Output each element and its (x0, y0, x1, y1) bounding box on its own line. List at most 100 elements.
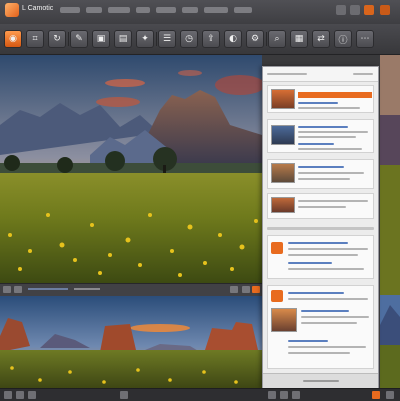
landscape-photo (0, 55, 262, 283)
grid-status-icon[interactable] (16, 391, 24, 399)
item-meta (288, 298, 368, 300)
folder-status-icon[interactable] (4, 391, 12, 399)
zoom-in-icon[interactable] (242, 286, 250, 293)
main-image-view[interactable] (0, 55, 262, 283)
panel-footer-info (303, 380, 339, 382)
item-action-icon[interactable] (271, 242, 283, 254)
item-meta (301, 310, 349, 312)
image-icon: ▣ (96, 34, 106, 44)
item-action-icon[interactable] (271, 290, 283, 302)
star-tool-button[interactable]: ✦ (136, 30, 154, 48)
filmstrip-toolbar (0, 283, 262, 297)
item-meta (288, 254, 358, 256)
toolbar: ◉ ⌗ ↻ ✎ ▣ ▤ ✦ ☰ ◷ ⇪ ◐ ⚙ ⌕ ▦ ⇄ ⓘ ⋯ (0, 24, 400, 55)
settings-status-icon[interactable] (386, 391, 394, 399)
grid-icon: ▦ (294, 34, 304, 44)
menu-item[interactable] (234, 7, 252, 13)
library-item[interactable] (267, 285, 374, 369)
item-title (298, 166, 344, 168)
clock-icon: ◷ (185, 34, 193, 44)
settings-tool-button[interactable]: ⚙ (246, 30, 264, 48)
close-button[interactable] (364, 5, 374, 15)
title-bar: L Camotic (0, 0, 400, 25)
panel-footer (263, 373, 378, 388)
item-meta (288, 352, 350, 354)
secondary-image-view[interactable] (0, 296, 262, 388)
background-photo (380, 55, 400, 388)
minimize-button[interactable] (336, 5, 346, 15)
clock-tool-button[interactable]: ◷ (180, 30, 198, 48)
item-thumbnail (271, 197, 295, 213)
item-meta (298, 143, 334, 145)
library-item[interactable] (267, 159, 374, 189)
panel-header-info (353, 73, 373, 75)
item-title (298, 126, 348, 128)
menu-item[interactable] (204, 7, 228, 13)
camera-tool-button[interactable]: ◉ (4, 30, 22, 48)
item-title-highlight (298, 92, 372, 98)
prev-icon[interactable] (3, 286, 11, 293)
window-menu-button[interactable] (380, 5, 390, 15)
toolbar-separator (68, 32, 69, 46)
export-tool-button[interactable]: ⇪ (202, 30, 220, 48)
sort-status-icon[interactable] (268, 391, 276, 399)
more-tool-button[interactable]: ⋯ (356, 30, 374, 48)
search-tool-button[interactable]: ⌕ (268, 30, 286, 48)
maximize-button[interactable] (350, 5, 360, 15)
item-meta (298, 200, 368, 202)
toolbar-separator (266, 32, 267, 46)
info-status-icon[interactable] (120, 391, 128, 399)
item-meta (301, 316, 369, 318)
item-meta (298, 107, 360, 109)
crop-tool-button[interactable]: ⌗ (26, 30, 44, 48)
item-meta (298, 178, 350, 180)
brush-icon: ✎ (75, 34, 83, 44)
menu-item[interactable] (182, 7, 198, 13)
rotate-icon: ↻ (53, 34, 61, 44)
color-icon: ◐ (229, 34, 237, 44)
library-item[interactable] (267, 235, 374, 279)
menu-item[interactable] (60, 7, 80, 13)
toolbar-separator (156, 32, 157, 46)
camera-icon: ◉ (9, 34, 17, 44)
zoom-out-icon[interactable] (230, 286, 238, 293)
library-item[interactable] (267, 119, 374, 153)
item-meta (288, 340, 328, 342)
item-title (288, 292, 344, 294)
image-tool-button[interactable]: ▣ (92, 30, 110, 48)
more-icon: ⋯ (360, 34, 370, 44)
item-thumbnail (271, 89, 295, 109)
folder-icon: ▤ (118, 34, 128, 44)
library-panel (262, 66, 379, 388)
library-item[interactable] (267, 193, 374, 219)
next-icon[interactable] (14, 286, 22, 293)
status-bar (0, 388, 400, 401)
color-tool-button[interactable]: ◐ (224, 30, 242, 48)
menu-item[interactable] (156, 7, 176, 13)
expand-icon[interactable] (252, 286, 260, 293)
item-meta (288, 346, 366, 348)
search-icon: ⌕ (274, 34, 280, 44)
list-status-icon[interactable] (28, 391, 36, 399)
menu-item[interactable] (86, 7, 102, 13)
share-tool-button[interactable]: ⇄ (312, 30, 330, 48)
grid-tool-button[interactable]: ▦ (290, 30, 308, 48)
layers-tool-button[interactable]: ☰ (158, 30, 176, 48)
folder-tool-button[interactable]: ▤ (114, 30, 132, 48)
item-meta (298, 131, 368, 133)
brush-tool-button[interactable]: ✎ (70, 30, 88, 48)
item-meta (298, 136, 356, 138)
accent-status-icon[interactable] (372, 391, 380, 399)
library-item[interactable] (267, 85, 374, 113)
menu-item[interactable] (136, 7, 150, 13)
rotate-tool-button[interactable]: ↻ (48, 30, 66, 48)
item-meta (288, 268, 364, 270)
share-icon: ⇄ (317, 34, 325, 44)
item-title (288, 242, 348, 244)
item-meta (298, 148, 362, 150)
item-thumbnail (271, 308, 297, 332)
view-status-icon[interactable] (292, 391, 300, 399)
filter-status-icon[interactable] (280, 391, 288, 399)
info-tool-button[interactable]: ⓘ (334, 30, 352, 48)
menu-item[interactable] (108, 7, 130, 13)
